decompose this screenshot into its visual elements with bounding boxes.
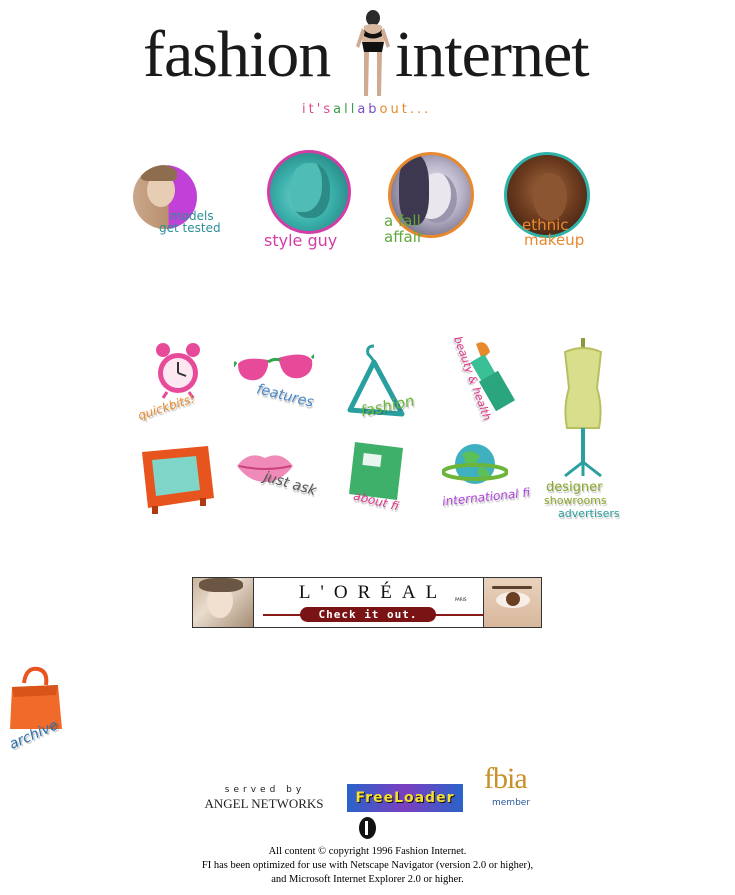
- alarm-clock-icon: [156, 343, 200, 399]
- showrooms-label: showrooms: [544, 494, 607, 507]
- style-guy-photo: [267, 150, 351, 234]
- tagline-letter: t: [401, 102, 410, 117]
- ad-brand-name: L'ORÉAL: [298, 582, 448, 603]
- ethnic-makeup-label-line2: makeup: [524, 231, 585, 249]
- nav-designer-showrooms[interactable]: designer showrooms advertisers: [538, 338, 628, 523]
- tagline-letter: a: [333, 102, 345, 117]
- site-logo[interactable]: fashion internet: [140, 8, 595, 100]
- nav-beauty-health[interactable]: beauty & health: [442, 335, 527, 430]
- feature-ethnic-makeup[interactable]: ethnic makeup: [500, 150, 600, 255]
- ad-brand-sub: PARIS: [455, 597, 467, 602]
- tagline-letter: .: [417, 102, 425, 117]
- nav-about-fi[interactable]: about fi: [345, 438, 425, 523]
- advertisers-label: advertisers: [558, 507, 620, 520]
- tagline-letter: .: [424, 102, 432, 117]
- fbia-member-logo[interactable]: fbia member: [482, 762, 542, 812]
- logo-word-fashion: fashion: [143, 18, 331, 91]
- dress-form-icon: [563, 338, 603, 478]
- tagline-letter: a: [357, 102, 369, 117]
- nav-tv[interactable]: [138, 442, 218, 517]
- ad-model-photo-left: [193, 578, 253, 627]
- designer-label: designer: [546, 480, 603, 495]
- tagline-letter: t: [308, 102, 317, 117]
- tagline-letter: ': [316, 102, 324, 117]
- fall-affair-label-line1: a fall: [384, 212, 421, 230]
- feature-models-get-tested[interactable]: models get tested: [130, 163, 225, 238]
- freeloader-logo[interactable]: FreeLoader: [347, 784, 463, 812]
- tagline-letter: u: [390, 102, 402, 117]
- footer-copyright: All content © copyright 1996 Fashion Int…: [268, 846, 467, 857]
- nav-features[interactable]: features: [232, 350, 317, 420]
- nav-quickbits[interactable]: quickbits!: [135, 340, 210, 430]
- tagline-letter: l: [350, 102, 358, 117]
- feature-a-fall-affair[interactable]: a fall affair: [382, 150, 482, 255]
- footer-browser-note-2: and Microsoft Internet Explorer 2.0 or h…: [271, 874, 464, 885]
- served-by-text: served by: [224, 785, 306, 795]
- feature-style-guy[interactable]: style guy: [262, 150, 362, 255]
- angel-networks-text: ANGEL NETWORKS: [204, 796, 324, 811]
- logo-word-internet: internet: [395, 18, 590, 91]
- models-label-line2: get tested: [159, 221, 221, 235]
- loreal-ad-banner[interactable]: L'ORÉAL PARIS Check it out.: [192, 577, 542, 628]
- globe-icon: [442, 444, 508, 484]
- footer-browser-note: FI has been optimized for use with Netsc…: [201, 860, 534, 871]
- tagline-letter: i: [302, 102, 309, 117]
- tagline-letter: b: [368, 102, 380, 117]
- fbia-text: fbia: [484, 762, 528, 795]
- ad-cta-button[interactable]: Check it out.: [300, 607, 436, 622]
- nav-fashion[interactable]: fashion: [342, 342, 422, 427]
- nav-archive[interactable]: archive: [6, 665, 71, 765]
- fi-mark-icon: [359, 817, 376, 839]
- tagline-letter: s: [323, 102, 334, 117]
- tagline: it'sallabout...: [302, 102, 431, 117]
- ad-divider-left: [253, 578, 254, 627]
- logo-model-figure: [356, 10, 390, 96]
- style-guy-label: style guy: [264, 231, 338, 250]
- nav-just-ask[interactable]: just ask: [235, 448, 320, 513]
- nav-international-fi[interactable]: international fi: [438, 438, 538, 523]
- tagline-letter: l: [344, 102, 351, 117]
- tagline-letter: .: [409, 102, 418, 117]
- fbia-member-text: member: [492, 798, 531, 808]
- angel-networks-logo[interactable]: served by ANGEL NETWORKS: [198, 785, 330, 815]
- fall-affair-label-line2: affair: [384, 228, 424, 246]
- ad-eye-photo-right: [484, 578, 541, 627]
- tv-icon: [142, 446, 214, 514]
- footer: All content © copyright 1996 Fashion Int…: [130, 845, 605, 887]
- tagline-letter: o: [379, 102, 391, 117]
